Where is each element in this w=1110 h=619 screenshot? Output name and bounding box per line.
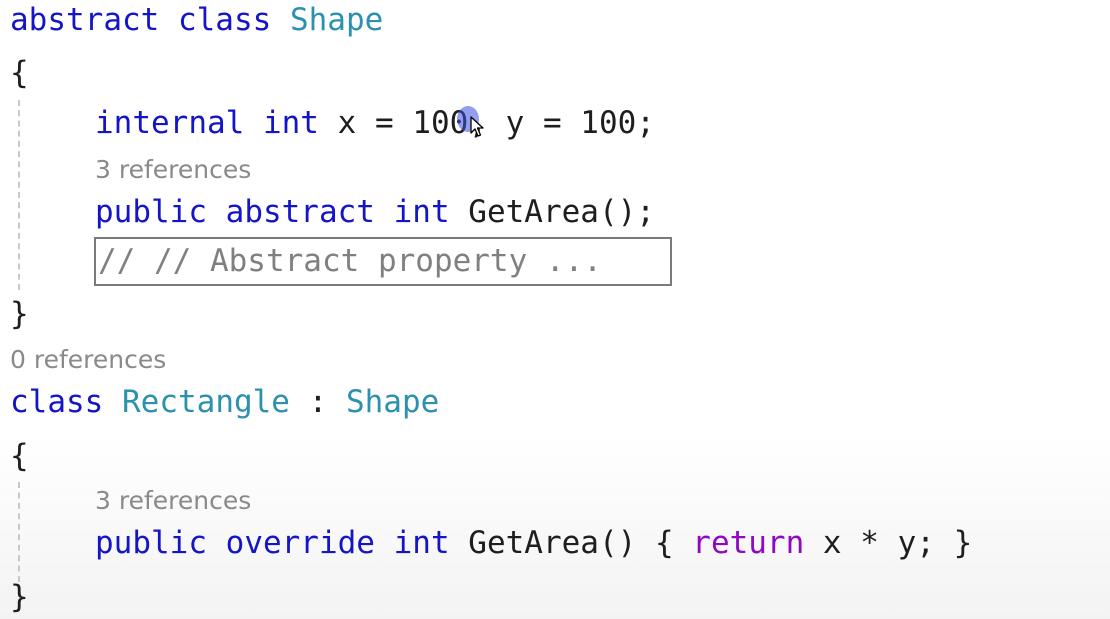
code-text: GetArea();: [449, 194, 655, 230]
keyword-token: int: [393, 525, 450, 561]
open-brace: {: [10, 438, 29, 474]
type-name-token: Rectangle: [122, 384, 290, 420]
code-text: , y = 100;: [468, 105, 655, 141]
keyword-token: abstract: [225, 194, 375, 230]
collapsed-region[interactable]: // // Abstract property ...: [94, 237, 672, 286]
keyword-token: int: [393, 194, 450, 230]
close-brace: }: [10, 579, 29, 615]
code-text: :: [289, 384, 346, 420]
close-brace: }: [10, 296, 29, 332]
code-lens-references[interactable]: 3 references: [95, 486, 251, 516]
code-lens-references[interactable]: 3 references: [95, 155, 251, 185]
keyword-token: class: [10, 384, 104, 420]
keyword-token: abstract: [10, 2, 160, 38]
keyword-token: int: [262, 105, 319, 141]
keyword-token: class: [177, 2, 272, 38]
code-text: GetArea() {: [449, 525, 693, 561]
keyword-token: public: [95, 525, 207, 561]
code-line[interactable]: abstract class Shape: [10, 0, 383, 40]
code-line[interactable]: public override int GetArea() { return x…: [95, 523, 972, 563]
keyword-token: override: [225, 525, 375, 561]
open-brace: {: [10, 55, 29, 91]
code-editor[interactable]: abstract class Shape { internal int x = …: [0, 0, 1110, 619]
code-line[interactable]: {: [10, 436, 29, 476]
keyword-token: internal: [95, 105, 245, 141]
keyword-token: public: [95, 194, 207, 230]
code-text: x * y; }: [804, 525, 973, 561]
code-line[interactable]: }: [10, 577, 29, 617]
code-line[interactable]: }: [10, 294, 29, 334]
code-line[interactable]: {: [10, 53, 29, 93]
indent-guide: [18, 100, 20, 290]
indent-guide: [18, 482, 20, 582]
code-line[interactable]: class Rectangle : Shape: [10, 382, 439, 422]
type-name-token: Shape: [289, 2, 384, 38]
control-keyword-token: return: [692, 525, 805, 561]
code-line[interactable]: public abstract int GetArea();: [95, 192, 655, 232]
code-text: x =: [318, 105, 413, 141]
code-line[interactable]: internal int x = 100, y = 100;: [95, 103, 655, 143]
type-name-token: Shape: [345, 384, 440, 420]
arrow-pointer-icon: [470, 116, 484, 137]
code-lens-references[interactable]: 0 references: [10, 345, 166, 375]
